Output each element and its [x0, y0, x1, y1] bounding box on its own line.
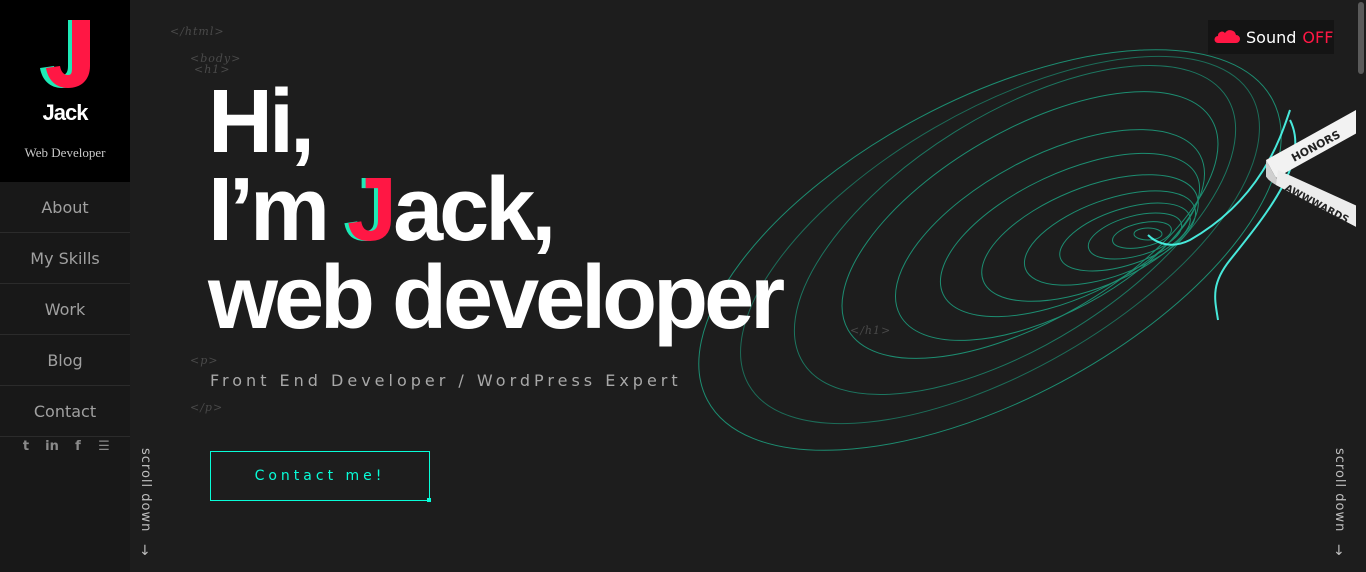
nav-item-contact[interactable]: Contact	[0, 386, 130, 437]
hero-line-1: Hi,	[208, 72, 315, 172]
hero-section: </html> <body> <h1> </h1> <p> </p> Hi, I…	[130, 0, 1366, 572]
sound-state: OFF	[1302, 27, 1334, 47]
scrollbar-thumb[interactable]	[1358, 2, 1364, 74]
hero-line-2-suffix: ack,	[393, 160, 556, 260]
arrow-down-icon[interactable]: ↓	[139, 543, 151, 559]
hero-heading: Hi, I’m Jack, web developer	[208, 72, 785, 348]
hero-line-2: I’m Jack,	[208, 165, 781, 255]
sidebar: Jack Web Developer About My Skills Work …	[0, 0, 130, 572]
awwwards-honors-badge[interactable]: HONORS AWWWARDS	[1266, 110, 1366, 245]
scrollbar[interactable]	[1356, 0, 1366, 572]
brand-name: Jack	[42, 100, 89, 125]
hero-subtitle: Front End Developer / WordPress Expert	[210, 371, 682, 390]
hero-j-letter: J	[347, 160, 397, 260]
nav-item-my-skills[interactable]: My Skills	[0, 233, 130, 284]
nav-item-blog[interactable]: Blog	[0, 335, 130, 386]
arrow-down-icon[interactable]: ↓	[1333, 543, 1345, 559]
nav-item-work[interactable]: Work	[0, 284, 130, 335]
scroll-down-left[interactable]: scroll down	[138, 448, 153, 532]
nav-item-about[interactable]: About	[0, 182, 130, 233]
scroll-down-right[interactable]: scroll down	[1332, 448, 1347, 532]
main-nav: About My Skills Work Blog Contact	[0, 182, 130, 437]
code-tag-p-close: </p>	[190, 401, 224, 414]
facebook-icon[interactable]: f	[71, 438, 85, 454]
linkedin-icon[interactable]: in	[45, 438, 59, 454]
brand-subtitle: Web Developer	[24, 145, 106, 160]
code-tag-p-open: <p>	[190, 354, 219, 367]
j-logo-icon	[40, 20, 90, 88]
hero-line-2-prefix: I’m	[208, 160, 348, 260]
contact-me-button[interactable]: Contact me!	[210, 451, 431, 502]
sound-toggle[interactable]: Sound OFF	[1208, 20, 1334, 54]
rss-icon[interactable]: ☰	[97, 438, 111, 454]
code-tag-html-close: </html>	[170, 25, 225, 38]
logo[interactable]: Jack Web Developer	[0, 0, 130, 182]
hero-line-3: web developer	[208, 248, 785, 348]
social-links: t in f ☰	[0, 438, 130, 454]
sound-label: Sound	[1246, 27, 1297, 47]
twitter-icon[interactable]: t	[19, 438, 33, 454]
soundcloud-icon	[1214, 30, 1240, 43]
